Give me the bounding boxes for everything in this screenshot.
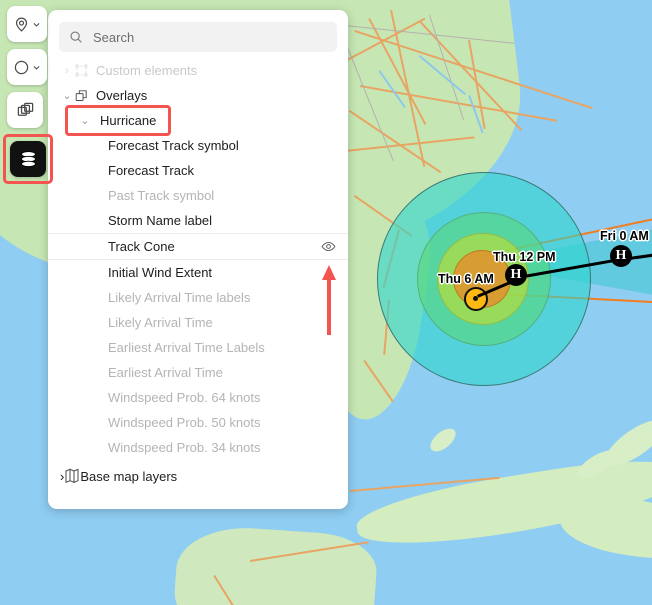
map-folded-icon	[64, 467, 80, 486]
search-input[interactable]	[91, 28, 327, 46]
layers-panel: › Custom elements ⌄ Overlays ⌄ Hurricane…	[48, 10, 348, 509]
forecast-track-symbol-h: H	[610, 245, 632, 267]
layer-label: Earliest Arrival Time Labels	[108, 340, 265, 355]
forecast-track-segment	[518, 258, 615, 279]
layer-row[interactable]: Windspeed Prob. 34 knots	[48, 435, 348, 460]
forecast-time-label: Thu 6 AM	[438, 272, 494, 286]
layers-tool-highlight-box	[3, 134, 53, 184]
layer-label: Windspeed Prob. 50 knots	[108, 415, 261, 430]
layer-label: Windspeed Prob. 34 knots	[108, 440, 261, 455]
track-cone-edge-upper	[480, 217, 652, 257]
chevron-right-icon[interactable]: ›	[60, 65, 74, 77]
chevron-down-icon[interactable]: ⌄	[60, 89, 74, 102]
layer-row[interactable]: Likely Arrival Time	[48, 310, 348, 335]
track-cone-edge-lower	[479, 292, 652, 303]
annotation-arrow-icon	[322, 265, 336, 335]
place-marker-tool-wrap	[7, 6, 53, 42]
place-marker-tool[interactable]	[7, 6, 47, 42]
layer-label: Likely Arrival Time	[108, 315, 213, 330]
custom-elements-icon	[74, 63, 96, 78]
map-pin-icon	[15, 17, 28, 32]
forecast-track-segment	[477, 277, 520, 298]
layer-label: Forecast Track	[108, 163, 194, 178]
tree-group-base-map-layers[interactable]: › Base map layers	[48, 464, 348, 489]
wind-extent-ring-inner	[437, 233, 529, 325]
duplicate-tool-wrap	[7, 92, 53, 128]
layer-label: Storm Name label	[108, 213, 213, 228]
layer-label: Windspeed Prob. 64 knots	[108, 390, 261, 405]
track-cone-polygon	[500, 228, 652, 296]
layers-tool[interactable]	[10, 141, 46, 177]
circle-icon	[14, 60, 29, 74]
search-icon	[70, 31, 82, 43]
layer-row[interactable]: Windspeed Prob. 64 knots	[48, 385, 348, 410]
overlays-icon	[74, 88, 96, 103]
landmass-yucatan	[171, 523, 379, 605]
layer-row[interactable]: Forecast Track	[48, 158, 348, 183]
layer-label: Likely Arrival Time labels	[108, 290, 251, 305]
layer-row[interactable]: Likely Arrival Time labels	[48, 285, 348, 310]
forecast-time-label: Fri 0 AM	[600, 229, 649, 243]
layer-label: Past Track symbol	[108, 188, 215, 203]
layer-row[interactable]: Track Cone	[48, 233, 348, 260]
shape-circle-tool-wrap	[7, 49, 53, 85]
search-bar[interactable]	[59, 22, 337, 52]
map-tool-bar	[3, 6, 53, 184]
storm-center-marker	[464, 287, 488, 311]
layer-label: Earliest Arrival Time	[108, 365, 223, 380]
wind-extent-ring-mid	[417, 212, 551, 346]
tree-group-hurricane[interactable]: ⌄ Hurricane	[48, 105, 348, 136]
layer-row[interactable]: Earliest Arrival Time Labels	[48, 335, 348, 360]
layer-row[interactable]: Windspeed Prob. 50 knots	[48, 410, 348, 435]
tree-group-label: Base map layers	[80, 469, 178, 484]
layer-row[interactable]: Initial Wind Extent	[48, 260, 348, 285]
tree-group-custom-elements[interactable]: › Custom elements	[48, 58, 348, 83]
tree-group-label: Hurricane	[100, 113, 157, 128]
layer-row[interactable]: Forecast Track symbol	[48, 133, 348, 158]
landmass-island	[426, 424, 460, 456]
layer-row[interactable]: Storm Name label	[48, 208, 348, 233]
shape-circle-tool[interactable]	[7, 49, 47, 85]
chevron-down-icon	[33, 22, 40, 27]
duplicate-tool[interactable]	[7, 92, 43, 128]
tree-group-label: Custom elements	[96, 63, 198, 78]
layer-row[interactable]: Earliest Arrival Time	[48, 360, 348, 385]
eye-icon[interactable]	[321, 239, 336, 254]
layer-label: Forecast Track symbol	[108, 138, 239, 153]
chevron-down-icon	[33, 65, 40, 70]
layer-label: Track Cone	[108, 239, 175, 254]
layer-label: Initial Wind Extent	[108, 265, 213, 280]
stacked-layers-icon	[20, 150, 36, 167]
layer-row[interactable]: Past Track symbol	[48, 183, 348, 208]
tree-group-label: Overlays	[96, 88, 148, 103]
copy-layers-icon	[17, 102, 33, 116]
wind-extent-ring-core	[453, 250, 511, 308]
forecast-track-symbol-h: H	[505, 264, 527, 286]
forecast-time-label: Thu 12 PM	[493, 250, 556, 264]
chevron-down-icon[interactable]: ⌄	[78, 114, 92, 127]
tree-group-overlays[interactable]: ⌄ Overlays	[48, 83, 348, 108]
forecast-track-segment	[622, 253, 652, 261]
layer-visibility-toggle[interactable]	[321, 239, 336, 254]
layer-list: Forecast Track symbol Forecast Track Past …	[48, 133, 348, 460]
